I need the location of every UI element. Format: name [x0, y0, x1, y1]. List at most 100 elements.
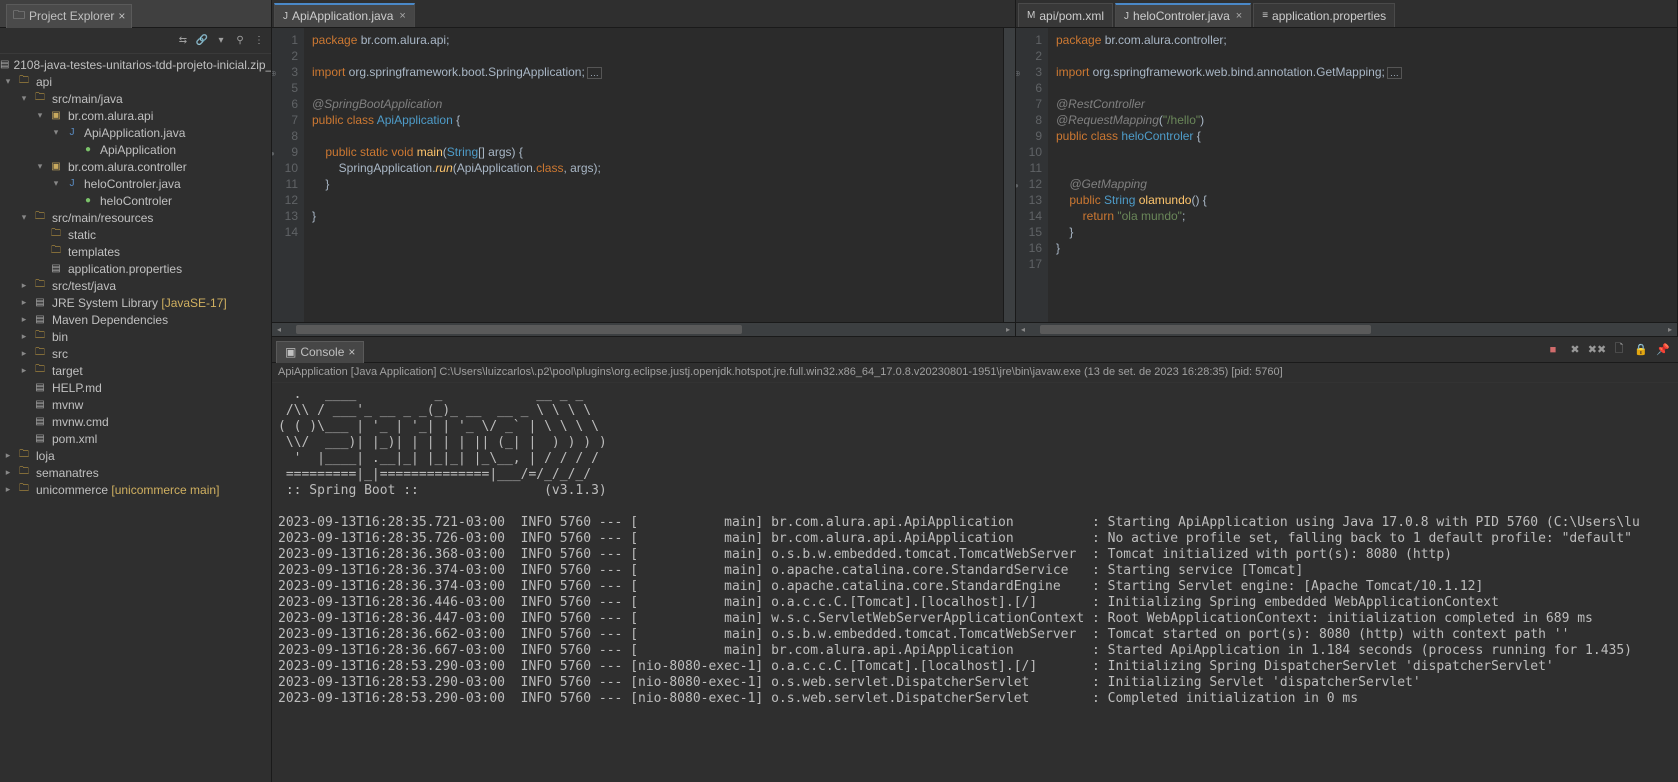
- close-icon[interactable]: ×: [118, 9, 125, 23]
- expand-arrow-icon[interactable]: [48, 127, 64, 138]
- tree-item[interactable]: 🗀target: [0, 362, 271, 379]
- tree-item[interactable]: ▤mvnw.cmd: [0, 413, 271, 430]
- code-area-left[interactable]: 123⊕56789●1011121314 package br.com.alur…: [272, 28, 1015, 322]
- expand-arrow-icon[interactable]: [32, 161, 48, 172]
- pin-console-icon[interactable]: 📌: [1654, 341, 1672, 359]
- tree-item[interactable]: 🗀api: [0, 73, 271, 90]
- tree-item[interactable]: JheloControler.java: [0, 175, 271, 192]
- terminate-icon[interactable]: ■: [1544, 341, 1562, 359]
- expand-arrow-icon[interactable]: [0, 467, 16, 478]
- clear-console-icon[interactable]: 🗋: [1610, 341, 1628, 359]
- code-line[interactable]: @GetMapping: [1056, 176, 1677, 192]
- tree-item[interactable]: ●heloControler: [0, 192, 271, 209]
- code-line[interactable]: }: [1056, 224, 1677, 240]
- tree-item[interactable]: 🗀src/main/java: [0, 90, 271, 107]
- code-line[interactable]: }: [312, 208, 1003, 224]
- code-line[interactable]: [312, 48, 1003, 64]
- tree-item[interactable]: ▤application.properties: [0, 260, 271, 277]
- tree-item[interactable]: ▤mvnw: [0, 396, 271, 413]
- scroll-lock-icon[interactable]: 🔒: [1632, 341, 1650, 359]
- scroll-thumb[interactable]: [1040, 325, 1371, 334]
- collapse-all-icon[interactable]: ⇆: [175, 33, 191, 49]
- hscroll-right[interactable]: ◂ ▸: [1016, 322, 1677, 336]
- editor-tab[interactable]: ≡application.properties: [1253, 3, 1395, 27]
- code-line[interactable]: [1056, 160, 1677, 176]
- tree-item[interactable]: 🗀unicommerce [unicommerce main]: [0, 481, 271, 498]
- scroll-thumb[interactable]: [296, 325, 742, 334]
- code-line[interactable]: }: [1056, 240, 1677, 256]
- project-tree[interactable]: ▤2108-java-testes-unitarios-tdd-projeto-…: [0, 54, 271, 782]
- code-area-right[interactable]: 123⊕6789101112●1314151617 package br.com…: [1016, 28, 1677, 322]
- editor-tab[interactable]: Mapi/pom.xml: [1018, 3, 1113, 27]
- console-output[interactable]: . ____ _ __ _ _ /\\ / ___'_ __ _ _(_)_ _…: [272, 383, 1678, 782]
- scroll-left-icon[interactable]: ◂: [272, 323, 286, 337]
- link-editor-icon[interactable]: 🔗: [194, 33, 210, 49]
- expand-arrow-icon[interactable]: [16, 331, 32, 342]
- close-icon[interactable]: ×: [348, 345, 355, 359]
- scroll-right-icon[interactable]: ▸: [1001, 323, 1015, 337]
- tree-item[interactable]: JApiApplication.java: [0, 124, 271, 141]
- close-icon[interactable]: ×: [399, 10, 405, 22]
- code-line[interactable]: }: [312, 176, 1003, 192]
- expand-arrow-icon[interactable]: [16, 212, 32, 223]
- code-line[interactable]: SpringApplication.run(ApiApplication.cla…: [312, 160, 1003, 176]
- tree-item[interactable]: 🗀templates: [0, 243, 271, 260]
- tree-item[interactable]: ●ApiApplication: [0, 141, 271, 158]
- expand-arrow-icon[interactable]: [16, 365, 32, 376]
- code-line[interactable]: package br.com.alura.controller;: [1056, 32, 1677, 48]
- tree-item[interactable]: ▣br.com.alura.api: [0, 107, 271, 124]
- code-line[interactable]: [312, 192, 1003, 208]
- expand-arrow-icon[interactable]: [0, 76, 16, 87]
- tree-item[interactable]: ▣br.com.alura.controller: [0, 158, 271, 175]
- expand-arrow-icon[interactable]: [16, 297, 32, 308]
- code-line[interactable]: @RestController: [1056, 96, 1677, 112]
- code-line[interactable]: public class heloControler {: [1056, 128, 1677, 144]
- expand-arrow-icon[interactable]: [16, 348, 32, 359]
- code-line[interactable]: return "ola mundo";: [1056, 208, 1677, 224]
- scroll-left-icon[interactable]: ◂: [1016, 323, 1030, 337]
- code-left[interactable]: package br.com.alura.api; import org.spr…: [304, 28, 1003, 322]
- code-line[interactable]: public String olamundo() {: [1056, 192, 1677, 208]
- code-line[interactable]: package br.com.alura.api;: [312, 32, 1003, 48]
- code-line[interactable]: [1056, 144, 1677, 160]
- expand-arrow-icon[interactable]: [0, 484, 16, 495]
- expand-arrow-icon[interactable]: [32, 110, 48, 121]
- tree-item[interactable]: 🗀src/main/resources: [0, 209, 271, 226]
- code-line[interactable]: import org.springframework.web.bind.anno…: [1056, 64, 1677, 80]
- expand-arrow-icon[interactable]: [16, 280, 32, 291]
- editor-tab[interactable]: JheloControler.java×: [1115, 3, 1251, 27]
- code-line[interactable]: [312, 224, 1003, 240]
- scroll-right-icon[interactable]: ▸: [1663, 323, 1677, 337]
- filter-icon[interactable]: ▾: [213, 33, 229, 49]
- code-line[interactable]: [312, 128, 1003, 144]
- code-line[interactable]: import org.springframework.boot.SpringAp…: [312, 64, 1003, 80]
- close-icon[interactable]: ×: [1236, 10, 1242, 22]
- tree-item[interactable]: 🗀loja: [0, 447, 271, 464]
- code-line[interactable]: [1056, 256, 1677, 272]
- tree-item[interactable]: ▤pom.xml: [0, 430, 271, 447]
- tree-item[interactable]: 🗀semanatres: [0, 464, 271, 481]
- tree-item[interactable]: 🗀src: [0, 345, 271, 362]
- tree-item[interactable]: 🗀bin: [0, 328, 271, 345]
- expand-arrow-icon[interactable]: [16, 93, 32, 104]
- code-line[interactable]: [312, 80, 1003, 96]
- tree-item[interactable]: 🗀static: [0, 226, 271, 243]
- tree-item[interactable]: ▤JRE System Library [JavaSE-17]: [0, 294, 271, 311]
- expand-arrow-icon[interactable]: [16, 314, 32, 325]
- code-line[interactable]: public class ApiApplication {: [312, 112, 1003, 128]
- console-tab[interactable]: ▣ Console ×: [276, 341, 364, 363]
- explorer-tab[interactable]: 🗀 Project Explorer ×: [6, 4, 132, 28]
- tree-item[interactable]: ▤HELP.md: [0, 379, 271, 396]
- menu-icon[interactable]: ⋮: [251, 33, 267, 49]
- expand-arrow-icon[interactable]: [0, 450, 16, 461]
- tree-item[interactable]: ▤2108-java-testes-unitarios-tdd-projeto-…: [0, 56, 271, 73]
- editor-tab[interactable]: JApiApplication.java×: [274, 3, 415, 27]
- code-line[interactable]: public static void main(String[] args) {: [312, 144, 1003, 160]
- tree-item[interactable]: ▤Maven Dependencies: [0, 311, 271, 328]
- code-line[interactable]: [1056, 48, 1677, 64]
- focus-icon[interactable]: ⚲: [232, 33, 248, 49]
- code-line[interactable]: [1056, 80, 1677, 96]
- expand-arrow-icon[interactable]: [48, 178, 64, 189]
- code-right[interactable]: package br.com.alura.controller; import …: [1048, 28, 1677, 322]
- remove-all-icon[interactable]: ✖✖: [1588, 341, 1606, 359]
